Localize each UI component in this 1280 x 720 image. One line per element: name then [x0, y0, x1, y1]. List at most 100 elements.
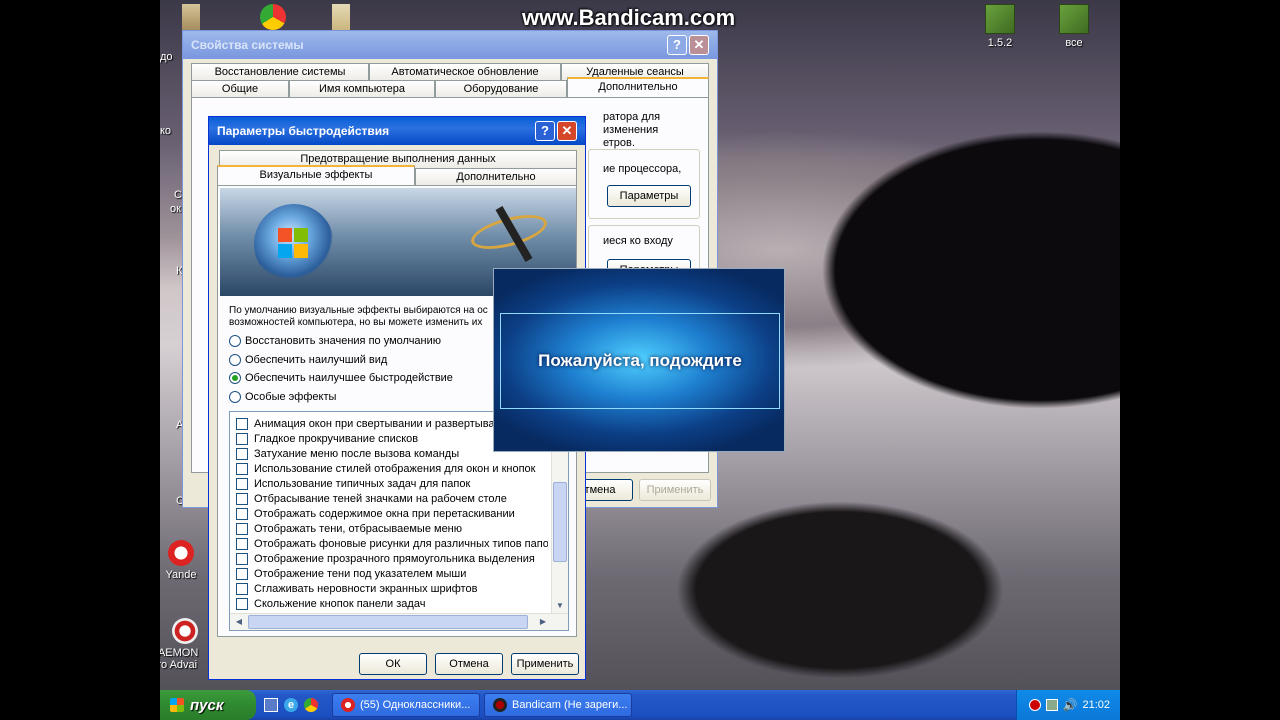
checkbox-box	[236, 417, 248, 430]
taskbar-item-odnoklassniki[interactable]: (55) Одноклассники...	[332, 693, 480, 717]
scroll-thumb[interactable]	[553, 482, 567, 562]
scroll-right-icon[interactable]: ▶	[536, 615, 550, 629]
taskbar-item-bandicam[interactable]: Bandicam (Не зареги...	[484, 693, 632, 717]
checkbox-box	[236, 522, 248, 535]
checkbox-label: Сглаживать неровности экранных шрифтов	[254, 582, 478, 595]
scroll-left-icon[interactable]: ◀	[232, 615, 246, 629]
horizontal-scrollbar[interactable]: ◀ ▶	[230, 613, 568, 630]
checkbox-label: Использование типичных задач для папок	[254, 477, 471, 490]
tab-perf-advanced[interactable]: Дополнительно	[415, 168, 577, 186]
ok-button[interactable]: ОК	[359, 653, 427, 675]
radio-indicator	[229, 372, 241, 384]
tab-computer-name[interactable]: Имя компьютера	[289, 80, 435, 98]
radio-label: Обеспечить наилучший вид	[245, 354, 388, 366]
effect-checkbox[interactable]: Сглаживать неровности экранных шрифтов	[230, 581, 548, 596]
checkbox-label: Отображение прозрачного прямоугольника в…	[254, 552, 535, 565]
checkbox-box	[236, 507, 248, 520]
start-button[interactable]: пуск	[160, 690, 256, 720]
scroll-down-icon[interactable]: ▼	[553, 599, 567, 613]
radio-best-performance[interactable]: Обеспечить наилучшее быстродействие	[229, 372, 453, 384]
tab-advanced[interactable]: Дополнительно	[567, 77, 709, 97]
description-line: По умолчанию визуальные эффекты выбирают…	[229, 305, 488, 316]
tab-system-restore[interactable]: Восстановление системы	[191, 63, 369, 81]
checkbox-box	[236, 462, 248, 475]
radio-restore-defaults[interactable]: Восстановить значения по умолчанию	[229, 335, 441, 347]
network-icon[interactable]	[1045, 699, 1058, 711]
effect-checkbox[interactable]: Отображение прозрачного прямоугольника в…	[230, 551, 548, 566]
effect-checkbox[interactable]: Использование типичных задач для папок	[230, 476, 548, 491]
performance-options-titlebar[interactable]: Параметры быстродействия ? ✕	[209, 117, 585, 145]
hscroll-thumb[interactable]	[248, 615, 528, 629]
effect-checkbox[interactable]: Отображать содержимое окна при перетаски…	[230, 506, 548, 521]
checkbox-label: Затухание меню после вызова команды	[254, 447, 460, 460]
effect-checkbox[interactable]: Отображение тени под указателем мыши	[230, 566, 548, 581]
quick-launch: e	[264, 698, 318, 712]
radio-indicator	[229, 391, 241, 403]
performance-params-button[interactable]: Параметры	[607, 185, 691, 207]
system-properties-titlebar[interactable]: Свойства системы ? ✕	[183, 31, 717, 59]
record-icon[interactable]	[1028, 699, 1041, 711]
desktop-icon-partial-1[interactable]	[182, 4, 200, 32]
radio-label: Восстановить значения по умолчанию	[245, 335, 442, 347]
edge-label: ко	[160, 125, 172, 137]
help-icon[interactable]: ?	[535, 121, 555, 141]
taskbar-item-label: (55) Одноклассники...	[360, 699, 471, 711]
volume-icon[interactable]: 🔊	[1063, 698, 1078, 712]
tab-hardware[interactable]: Оборудование	[435, 80, 567, 98]
checkbox-box	[236, 432, 248, 445]
cancel-button[interactable]: Отмена	[435, 653, 503, 675]
desktop-icon-minecraft-all[interactable]: все	[1034, 4, 1114, 49]
effect-checkbox[interactable]: Отображать фоновые рисунки для различных…	[230, 536, 548, 551]
checkbox-label: Использование стилей отображения для око…	[254, 462, 536, 475]
radio-label: Обеспечить наилучшее быстродействие	[245, 372, 453, 384]
checkbox-box	[236, 597, 248, 610]
radio-best-appearance[interactable]: Обеспечить наилучший вид	[229, 354, 387, 366]
sysprops-text: ратора для изменения етров.	[603, 111, 717, 150]
yandex-browser-icon	[341, 698, 355, 712]
description-line: возможностей компьютера, но вы можете из…	[229, 317, 483, 328]
effect-checkbox[interactable]: Скольжение кнопок панели задач	[230, 596, 548, 611]
desktop-icon-minecraft-152[interactable]: 1.5.2	[960, 4, 1040, 49]
effect-checkbox[interactable]: Использование стилей отображения для око…	[230, 461, 548, 476]
desktop-icon-partial-2[interactable]	[260, 4, 286, 30]
radio-custom[interactable]: Особые эффекты	[229, 391, 336, 403]
help-icon[interactable]: ?	[667, 35, 687, 55]
checkbox-box	[236, 582, 248, 595]
tab-general[interactable]: Общие	[191, 80, 289, 98]
clock[interactable]: 21:02	[1082, 699, 1110, 711]
taskbar: пуск e (55) Одноклассники... Bandicam (Н…	[160, 690, 1120, 720]
chrome-icon[interactable]	[304, 698, 318, 712]
close-icon[interactable]: ✕	[689, 35, 709, 55]
desktop-icon-partial-3[interactable]	[332, 4, 350, 32]
tab-automatic-update[interactable]: Автоматическое обновление	[369, 63, 561, 81]
performance-groupbox	[588, 149, 700, 219]
show-desktop-icon[interactable]	[264, 698, 278, 712]
checkbox-label: Отображать фоновые рисунки для различных…	[254, 537, 548, 550]
desktop-icon-daemon[interactable]: DAEMON Pro Advai	[160, 618, 210, 671]
effect-checkbox[interactable]: Отображать тени, отбрасываемые меню	[230, 521, 548, 536]
checkbox-label: Отбрасывание теней значками на рабочем с…	[254, 492, 507, 505]
desktop-icon-label: Yande	[165, 569, 197, 581]
desktop-icon-label: DAEMON	[160, 647, 199, 659]
close-icon[interactable]: ✕	[557, 121, 577, 141]
system-tray: 🔊 21:02	[1016, 690, 1120, 720]
checkbox-box	[236, 537, 248, 550]
effect-checkbox[interactable]: Отбрасывание теней значками на рабочем с…	[230, 491, 548, 506]
sysprops-apply-button[interactable]: Применить	[639, 479, 711, 501]
watermark: www.Bandicam.com	[522, 5, 736, 30]
tab-visual-effects[interactable]: Визуальные эффекты	[217, 165, 415, 185]
desktop-icon-yandex[interactable]: Yande	[160, 540, 208, 581]
radio-indicator	[229, 335, 241, 347]
sysprops-text-line: ие процессора,	[603, 163, 682, 175]
ie-icon[interactable]: e	[284, 698, 298, 712]
minecraft-icon	[985, 4, 1015, 34]
checkbox-label: Отображать содержимое окна при перетаски…	[254, 507, 515, 520]
desktop-icon-label: все	[1065, 37, 1083, 49]
checkbox-label: Отображать тени, отбрасываемые меню	[254, 522, 463, 535]
radio-label: Особые эффекты	[245, 391, 337, 403]
window-title: Параметры быстродействия	[217, 124, 390, 138]
apply-button[interactable]: Применить	[511, 653, 579, 675]
checkbox-label: Скольжение кнопок панели задач	[254, 597, 426, 610]
checkbox-box	[236, 552, 248, 565]
taskbar-item-label: Bandicam (Не зареги...	[512, 699, 628, 711]
